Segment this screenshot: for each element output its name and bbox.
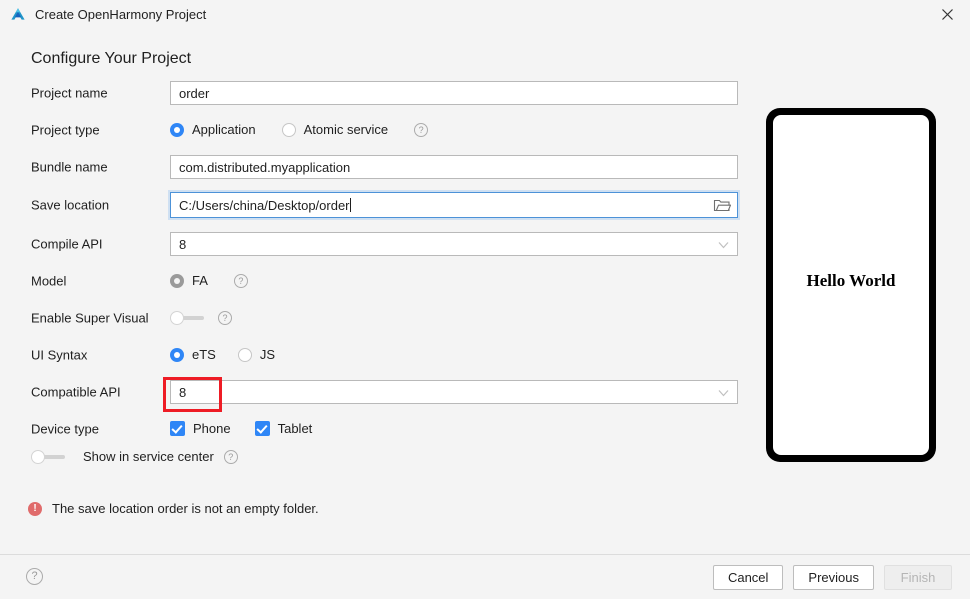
checkbox-phone-label: Phone xyxy=(193,421,231,436)
save-location-field-wrap: C:/Users/china/Desktop/order xyxy=(170,192,738,218)
radio-atomic-service[interactable]: Atomic service xyxy=(282,122,389,137)
compile-api-label: Compile API xyxy=(31,236,103,251)
dialog-body: Configure Your Project Project name Proj… xyxy=(0,29,970,554)
checkbox-tablet-label: Tablet xyxy=(278,421,313,436)
project-type-label: Project type xyxy=(31,122,100,137)
row-enable-super-visual: Enable Super Visual ? xyxy=(0,306,750,329)
model-help-icon[interactable]: ? xyxy=(234,274,248,288)
footer-help-icon[interactable]: ? xyxy=(26,568,43,585)
enable-super-visual-controls: ? xyxy=(170,306,738,329)
enable-super-visual-help-icon[interactable]: ? xyxy=(218,311,232,325)
project-type-help-icon[interactable]: ? xyxy=(414,123,428,137)
radio-fa-indicator xyxy=(170,274,184,288)
bundle-name-input[interactable] xyxy=(170,155,738,179)
model-label: Model xyxy=(31,273,66,288)
radio-atomic-service-label: Atomic service xyxy=(304,122,389,137)
finish-button[interactable]: Finish xyxy=(884,565,952,590)
project-name-input[interactable] xyxy=(170,81,738,105)
compatible-api-select[interactable]: 8 xyxy=(170,380,738,404)
ui-syntax-options: eTS JS xyxy=(170,343,738,366)
compatible-api-value: 8 xyxy=(171,385,186,400)
title-bar: Create OpenHarmony Project xyxy=(0,0,970,30)
window-title: Create OpenHarmony Project xyxy=(35,7,206,22)
compile-api-select[interactable]: 8 xyxy=(170,232,738,256)
device-type-label: Device type xyxy=(31,421,99,436)
row-save-location: Save location C:/Users/china/Desktop/ord… xyxy=(0,192,750,218)
dialog-footer: ? Cancel Previous Finish xyxy=(0,554,970,599)
show-in-service-center-toggle[interactable] xyxy=(31,450,65,464)
row-compatible-api: Compatible API 8 xyxy=(0,380,750,403)
chevron-down-icon xyxy=(718,237,729,252)
radio-atomic-service-indicator xyxy=(282,123,296,137)
radio-application-indicator xyxy=(170,123,184,137)
show-in-service-center-help-icon[interactable]: ? xyxy=(224,450,238,464)
row-show-in-service-center: Show in service center ? xyxy=(31,449,238,464)
checkbox-phone[interactable]: Phone xyxy=(170,421,231,436)
create-project-dialog: Create OpenHarmony Project Configure You… xyxy=(0,0,970,598)
radio-fa[interactable]: FA xyxy=(170,273,208,288)
toggle-knob xyxy=(31,450,45,464)
radio-js-label: JS xyxy=(260,347,275,362)
project-config-form: Project name Project type Application xyxy=(0,81,750,454)
validation-message-text: The save location order is not an empty … xyxy=(52,501,319,516)
save-location-label: Save location xyxy=(31,198,109,213)
radio-ets-indicator xyxy=(170,348,184,362)
project-type-options: Application Atomic service ? xyxy=(170,118,738,141)
checkbox-tablet-indicator xyxy=(255,421,270,436)
validation-message: ! The save location order is not an empt… xyxy=(28,501,319,516)
model-options: FA ? xyxy=(170,269,738,292)
enable-super-visual-toggle[interactable] xyxy=(170,311,204,325)
enable-super-visual-label: Enable Super Visual xyxy=(31,310,149,325)
footer-buttons: Cancel Previous Finish xyxy=(713,565,952,590)
bundle-name-field-wrap xyxy=(170,155,738,179)
row-project-type: Project type Application Atomic service … xyxy=(0,118,750,141)
compatible-api-label: Compatible API xyxy=(31,384,121,399)
row-device-type: Device type Phone Tablet xyxy=(0,417,750,440)
compile-api-field-wrap: 8 xyxy=(170,232,738,256)
close-button[interactable] xyxy=(924,0,970,29)
device-type-options: Phone Tablet xyxy=(170,417,738,440)
compile-api-value: 8 xyxy=(171,237,186,252)
device-preview: Hello World xyxy=(766,108,936,462)
compatible-api-field-wrap: 8 xyxy=(170,380,738,404)
radio-ets-label: eTS xyxy=(192,347,216,362)
row-compile-api: Compile API 8 xyxy=(0,232,750,255)
row-ui-syntax: UI Syntax eTS JS xyxy=(0,343,750,366)
project-name-field-wrap xyxy=(170,81,738,105)
close-icon xyxy=(941,8,954,21)
error-icon: ! xyxy=(28,502,42,516)
preview-hello-world-text: Hello World xyxy=(773,271,929,291)
row-project-name: Project name xyxy=(0,81,750,104)
radio-ets[interactable]: eTS xyxy=(170,347,216,362)
folder-icon[interactable] xyxy=(713,197,731,213)
openharmony-logo-icon xyxy=(9,6,27,24)
row-model: Model FA ? xyxy=(0,269,750,292)
ui-syntax-label: UI Syntax xyxy=(31,347,87,362)
radio-application[interactable]: Application xyxy=(170,122,256,137)
save-location-value: C:/Users/china/Desktop/order xyxy=(171,198,350,213)
device-preview-screen: Hello World xyxy=(773,115,929,455)
radio-fa-label: FA xyxy=(192,273,208,288)
radio-js-indicator xyxy=(238,348,252,362)
chevron-down-icon xyxy=(718,385,729,400)
previous-button[interactable]: Previous xyxy=(793,565,874,590)
toggle-knob xyxy=(170,311,184,325)
checkbox-tablet[interactable]: Tablet xyxy=(255,421,313,436)
page-title: Configure Your Project xyxy=(31,50,191,68)
bundle-name-label: Bundle name xyxy=(31,159,108,174)
show-in-service-center-label: Show in service center xyxy=(83,449,214,464)
text-caret xyxy=(350,198,351,212)
project-name-label: Project name xyxy=(31,85,108,100)
radio-application-label: Application xyxy=(192,122,256,137)
save-location-input[interactable]: C:/Users/china/Desktop/order xyxy=(170,192,738,218)
checkbox-phone-indicator xyxy=(170,421,185,436)
cancel-button[interactable]: Cancel xyxy=(713,565,783,590)
row-bundle-name: Bundle name xyxy=(0,155,750,178)
radio-js[interactable]: JS xyxy=(238,347,275,362)
